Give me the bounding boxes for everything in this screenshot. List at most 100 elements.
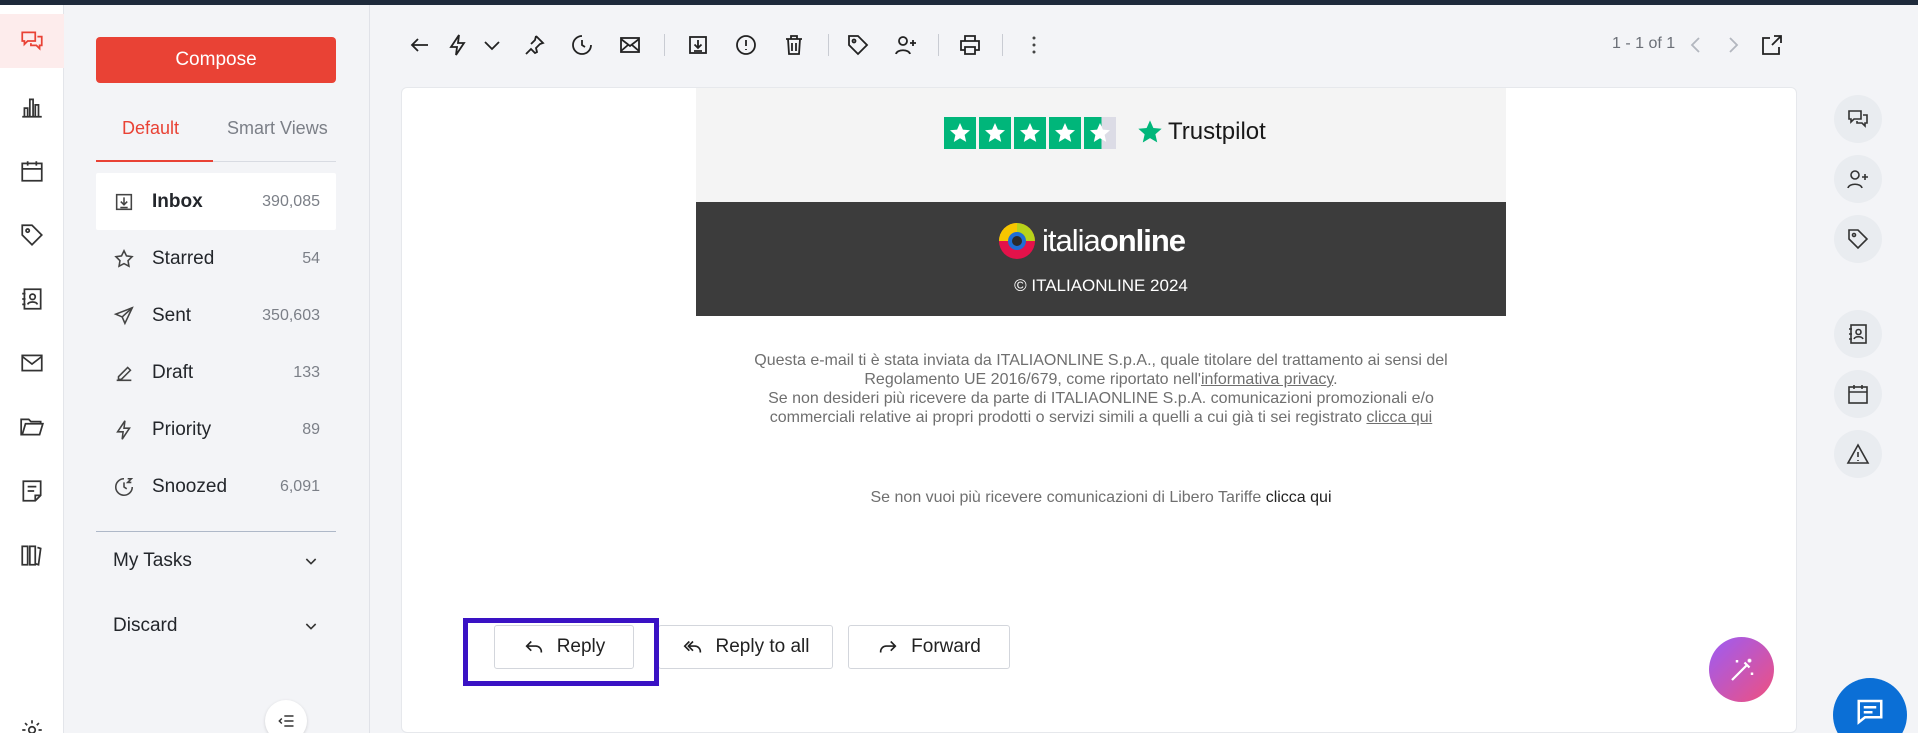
- open-new-window-button[interactable]: [1756, 29, 1788, 61]
- inbox-icon: [115, 193, 133, 210]
- section-label: My Tasks: [113, 550, 192, 571]
- reply-button[interactable]: Reply: [494, 625, 634, 669]
- folder-priority[interactable]: Priority 89: [96, 401, 336, 458]
- previous-page-button[interactable]: [1680, 29, 1712, 61]
- archive-button[interactable]: [682, 29, 714, 61]
- more-actions-button[interactable]: [1018, 29, 1050, 61]
- more-vertical-icon: [1032, 36, 1036, 54]
- reply-icon: [525, 640, 542, 653]
- rail-mail-chat[interactable]: [0, 14, 64, 68]
- folder-starred[interactable]: Starred 54: [96, 230, 336, 287]
- forward-button[interactable]: Forward: [848, 625, 1010, 669]
- delete-button[interactable]: [778, 29, 810, 61]
- tab-default[interactable]: Default: [122, 118, 179, 139]
- message-toolbar: 1 - 1 of 1: [400, 20, 1800, 70]
- trustpilot-star-icon: [1138, 120, 1162, 143]
- chat-icon: [1857, 699, 1883, 725]
- snooze-icon: [572, 35, 592, 55]
- archive-icon: [689, 36, 707, 54]
- live-chat-button[interactable]: [1833, 678, 1907, 733]
- unsubscribe-link[interactable]: clicca qui: [1266, 489, 1332, 506]
- priority-dropdown[interactable]: [476, 29, 508, 61]
- folder-snoozed[interactable]: Snoozed 6,091: [96, 458, 336, 515]
- rail-settings[interactable]: [0, 703, 64, 733]
- tag-icon: [21, 224, 43, 246]
- italiaonline-logo[interactable]: italiaonline: [998, 222, 1186, 260]
- contacts-icon: [1849, 324, 1867, 344]
- envelope-icon: [620, 37, 640, 53]
- folder-draft[interactable]: Draft 133: [96, 344, 336, 401]
- reply-all-button[interactable]: Reply to all: [658, 625, 833, 669]
- contacts-icon: [22, 288, 42, 310]
- legal-notice: Questa e-mail ti è stata inviata da ITAL…: [754, 352, 1448, 426]
- mark-unread-button[interactable]: [614, 29, 646, 61]
- forward-icon: [879, 640, 897, 653]
- right-calendar-button[interactable]: [1834, 370, 1882, 418]
- rail-tags[interactable]: [0, 208, 64, 262]
- ai-assistant-button[interactable]: [1709, 637, 1774, 702]
- toolbar-separator: [1002, 34, 1003, 56]
- folder-name: Starred: [152, 247, 215, 269]
- section-discard[interactable]: Discard: [113, 615, 319, 637]
- email-footer-band: italiaonline © ITALIAONLINE 2024: [696, 202, 1506, 316]
- toolbar-separator: [938, 34, 939, 56]
- email-rating-band: Trustpilot: [696, 88, 1506, 202]
- right-tag-button[interactable]: [1834, 215, 1882, 263]
- trustpilot-wordmark: Trustpilot: [1168, 118, 1266, 145]
- trustpilot-star-icon: [979, 117, 1011, 149]
- trustpilot-half-star-icon: [1084, 117, 1116, 149]
- folder-sent[interactable]: Sent 350,603: [96, 287, 336, 344]
- back-button[interactable]: [404, 29, 436, 61]
- unsubscribe-promo-link[interactable]: clicca qui: [1366, 409, 1432, 426]
- rail-files[interactable]: [0, 400, 64, 454]
- bookmarks-icon: [21, 545, 42, 566]
- chevron-down-icon: [484, 41, 500, 51]
- right-add-contact-button[interactable]: [1834, 155, 1882, 203]
- folder-count: 89: [302, 420, 320, 438]
- folder-inbox[interactable]: Inbox 390,085: [96, 173, 336, 230]
- rail-notes[interactable]: [0, 464, 64, 518]
- right-chat-button[interactable]: [1834, 95, 1882, 143]
- tab-smart-views[interactable]: Smart Views: [227, 118, 328, 139]
- pin-button[interactable]: [518, 29, 550, 61]
- rail-reports[interactable]: [0, 80, 64, 134]
- trustpilot-star-icon: [1014, 117, 1046, 149]
- right-alert-button[interactable]: [1834, 430, 1882, 478]
- section-my-tasks[interactable]: My Tasks: [113, 550, 319, 572]
- printer-icon: [960, 35, 980, 55]
- trustpilot-logo[interactable]: Trustpilot: [1136, 118, 1266, 146]
- snooze-button[interactable]: [566, 29, 598, 61]
- rail-contacts[interactable]: [0, 272, 64, 326]
- priority-button[interactable]: [442, 29, 474, 61]
- pagination-text: 1 - 1 of 1: [1612, 35, 1676, 52]
- active-tab-indicator: [96, 160, 213, 162]
- lightning-icon: [116, 419, 131, 440]
- folder-count: 350,603: [262, 306, 320, 324]
- folder-name: Inbox: [152, 190, 203, 212]
- folder-name: Sent: [152, 304, 192, 326]
- toolbar-separator: [828, 34, 829, 56]
- chevron-left-icon: [1690, 37, 1700, 53]
- trustpilot-stars: [944, 117, 1116, 149]
- pin-icon: [525, 35, 545, 55]
- folder-count: 6,091: [279, 477, 320, 495]
- bar-chart-icon: [22, 98, 42, 118]
- right-contacts-button[interactable]: [1834, 310, 1882, 358]
- next-page-button[interactable]: [1717, 29, 1749, 61]
- arrow-left-icon: [410, 38, 428, 52]
- message-view: Trustpilot italiaonline © ITALIAONLINE 2…: [401, 87, 1797, 733]
- trustpilot-star-icon: [1049, 117, 1081, 149]
- rail-bookmarks[interactable]: [0, 528, 64, 582]
- spam-button[interactable]: [730, 29, 762, 61]
- toolbar-separator: [664, 34, 665, 56]
- add-contact-button[interactable]: [890, 29, 922, 61]
- tag-button[interactable]: [842, 29, 874, 61]
- privacy-policy-link[interactable]: informativa privacy: [1201, 371, 1333, 388]
- rail-mail[interactable]: [0, 336, 64, 390]
- trash-icon: [786, 35, 802, 55]
- rail-calendar[interactable]: [0, 144, 64, 198]
- folder-icon: [20, 418, 44, 436]
- compose-button[interactable]: Compose: [96, 37, 336, 83]
- folder-count: 54: [302, 249, 320, 267]
- print-button[interactable]: [954, 29, 986, 61]
